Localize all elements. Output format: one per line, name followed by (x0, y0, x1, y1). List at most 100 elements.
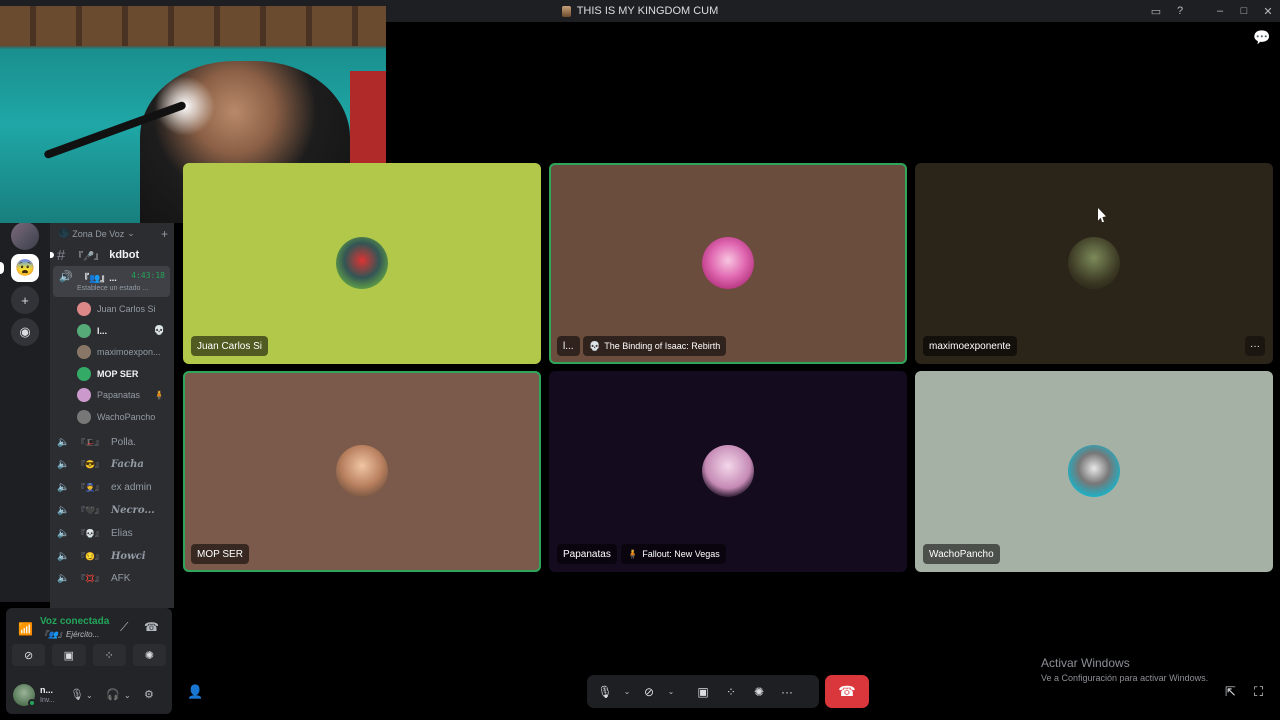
more-options-icon[interactable]: ··· (775, 680, 799, 704)
server-icon (561, 5, 571, 17)
chevron-down-icon[interactable]: ⌄ (665, 680, 677, 704)
server-emoji-avatar[interactable]: 😨 (11, 254, 39, 282)
voice-channel[interactable]: 🔈 『🖤』 Necro... (57, 501, 169, 519)
text-channel-kdbot[interactable]: # 『🎤』 kdbot (50, 246, 170, 264)
voice-channel[interactable]: 🔈 『💀』 Elias (57, 524, 169, 542)
activity-name: Fallout: New Vegas (642, 549, 720, 559)
avatar (77, 302, 91, 316)
invite-icon[interactable]: 👤 (187, 684, 203, 700)
chevron-down-icon[interactable]: ⌄ (124, 691, 131, 700)
soundboard-icon[interactable]: ✺ (747, 680, 771, 704)
voice-channel[interactable]: 🔈 『🎩』 Polla. (57, 433, 169, 451)
avatar (336, 237, 388, 289)
voice-connected-label[interactable]: Voz conectada (40, 616, 109, 627)
speaker-icon: 🔈 (57, 459, 70, 471)
microphone-icon[interactable]: 🎙 (70, 688, 84, 701)
voice-channel-name: Necro... (110, 504, 155, 516)
selected-server-indicator (0, 262, 4, 274)
signal-icon[interactable]: 📶 (18, 622, 33, 636)
active-voice-channel[interactable]: 🔊 『👥』... 4:43:18 Establece un estado ... (53, 266, 170, 297)
camera-off-icon[interactable]: ⊘ (12, 644, 46, 666)
voice-member[interactable]: Papanatas 🧍 (77, 386, 169, 404)
camera-off-icon[interactable]: ⊘ (637, 680, 661, 704)
voice-member[interactable]: Juan Carlos Si (77, 300, 169, 318)
speaker-icon: 🔈 (57, 436, 70, 448)
participant-name: WachoPancho (923, 544, 1000, 564)
speaker-icon: 🔈 (57, 573, 70, 585)
add-channel-icon[interactable]: + (161, 227, 168, 241)
activate-subtitle: Ve a Configuración para activar Windows. (1041, 673, 1209, 683)
participant-tile[interactable]: Papanatas 🧍 Fallout: New Vegas (549, 371, 907, 572)
headphones-icon[interactable]: 🎧 (106, 688, 120, 701)
member-name: Juan Carlos Si (97, 304, 156, 314)
participant-tile[interactable]: MOP SER (183, 371, 541, 572)
chevron-down-icon[interactable]: ⌄ (86, 691, 93, 700)
activities-icon[interactable]: ⁘ (719, 680, 743, 704)
avatar (336, 445, 388, 497)
chat-bubble-icon[interactable]: 💬 (1253, 29, 1270, 45)
status-dot (28, 699, 36, 707)
activate-title: Activar Windows (1041, 656, 1130, 670)
participant-tile[interactable]: WachoPancho (915, 371, 1273, 572)
set-status-hint[interactable]: Establece un estado ... (77, 285, 148, 292)
hang-up-button[interactable]: ☎ (825, 675, 869, 708)
voice-channel-name: Facha (110, 459, 144, 471)
popout-icon[interactable]: ⇱ (1225, 684, 1236, 700)
chevron-down-icon: ⌄ (127, 228, 135, 238)
help-icon[interactable]: ? (1168, 0, 1192, 22)
inbox-icon[interactable]: ▭ (1144, 0, 1168, 22)
call-controls: 🎙 ⌄ ⊘ ⌄ ▣ ⁘ ✺ ··· (587, 675, 819, 708)
server-avatar[interactable] (11, 222, 39, 250)
soundboard-icon[interactable]: ✺ (132, 644, 166, 666)
category-header[interactable]: 🌑 Zona De Voz ⌄ + (58, 227, 168, 241)
explore-servers-icon[interactable]: ◉ (11, 318, 39, 346)
add-server-icon[interactable]: + (11, 286, 39, 314)
hash-icon: # (56, 246, 66, 264)
voice-member[interactable]: WachoPancho (77, 408, 169, 426)
maximize-button[interactable]: □ (1232, 0, 1256, 22)
minimize-button[interactable]: – (1208, 0, 1232, 22)
voice-channel-name[interactable]: 『👥』Ejército... (40, 629, 99, 640)
member-name: WachoPancho (97, 411, 156, 422)
screen-share-icon[interactable]: ▣ (52, 644, 86, 666)
participant-tile[interactable]: l... 💀 The Binding of Isaac: Rebirth (549, 163, 907, 364)
participant-name: maximoexponente (923, 336, 1017, 356)
voice-member[interactable]: l... 💀 (77, 322, 169, 340)
window-controls: ▭ ? – □ ✕ (1144, 0, 1280, 22)
member-status-icon: 💀 (153, 325, 165, 335)
voice-channel-prefix: 『🖤』 (77, 505, 103, 515)
voice-channel[interactable]: 🔈 『😏』 Howci (57, 547, 169, 565)
text-channel-name: kdbot (109, 249, 140, 261)
server-list: 😨 + ◉ (0, 222, 50, 602)
voice-channel[interactable]: 🔈 『👮』 ex admin (57, 479, 169, 497)
disconnect-icon[interactable]: ☎ (144, 620, 159, 634)
participant-tile[interactable]: maximoexponente ··· (915, 163, 1273, 364)
voice-channel-prefix: 『😏』 (77, 551, 103, 561)
close-button[interactable]: ✕ (1256, 0, 1280, 22)
voice-channel[interactable]: 🔈 『😎』 Facha (57, 456, 169, 474)
more-options-icon[interactable]: ··· (1245, 336, 1265, 356)
avatar (1068, 445, 1120, 497)
voice-channel-name: AFK (110, 573, 131, 585)
avatar (77, 409, 91, 424)
microphone-icon[interactable]: 🎙 (593, 680, 617, 704)
fullscreen-icon[interactable]: ⛶ (1254, 684, 1263, 700)
username[interactable]: n... (40, 685, 53, 695)
voice-member[interactable]: MOP SER (77, 365, 169, 383)
member-name: maximoexpon... (97, 347, 161, 357)
voice-member[interactable]: maximoexpon... (77, 343, 169, 361)
voice-channel-prefix: 『👮』 (77, 483, 103, 493)
participant-tile[interactable]: Juan Carlos Si (183, 163, 541, 364)
noise-suppression-icon[interactable]: ⟋ (120, 620, 128, 635)
activities-icon[interactable]: ⁘ (92, 644, 126, 666)
screen-share-icon[interactable]: ▣ (691, 680, 715, 704)
avatar (702, 445, 754, 497)
gear-icon[interactable]: ⚙ (144, 688, 154, 701)
voice-channel[interactable]: 🔈 『💢』 AFK (57, 570, 169, 588)
chevron-down-icon[interactable]: ⌄ (621, 680, 633, 704)
phone-hangup-icon: ☎ (838, 683, 856, 699)
activity-badge: 💀 The Binding of Isaac: Rebirth (583, 336, 727, 356)
voice-channel-prefix: 『💀』 (77, 528, 103, 538)
speaker-icon: 🔈 (57, 504, 70, 516)
participant-name: MOP SER (191, 544, 249, 564)
